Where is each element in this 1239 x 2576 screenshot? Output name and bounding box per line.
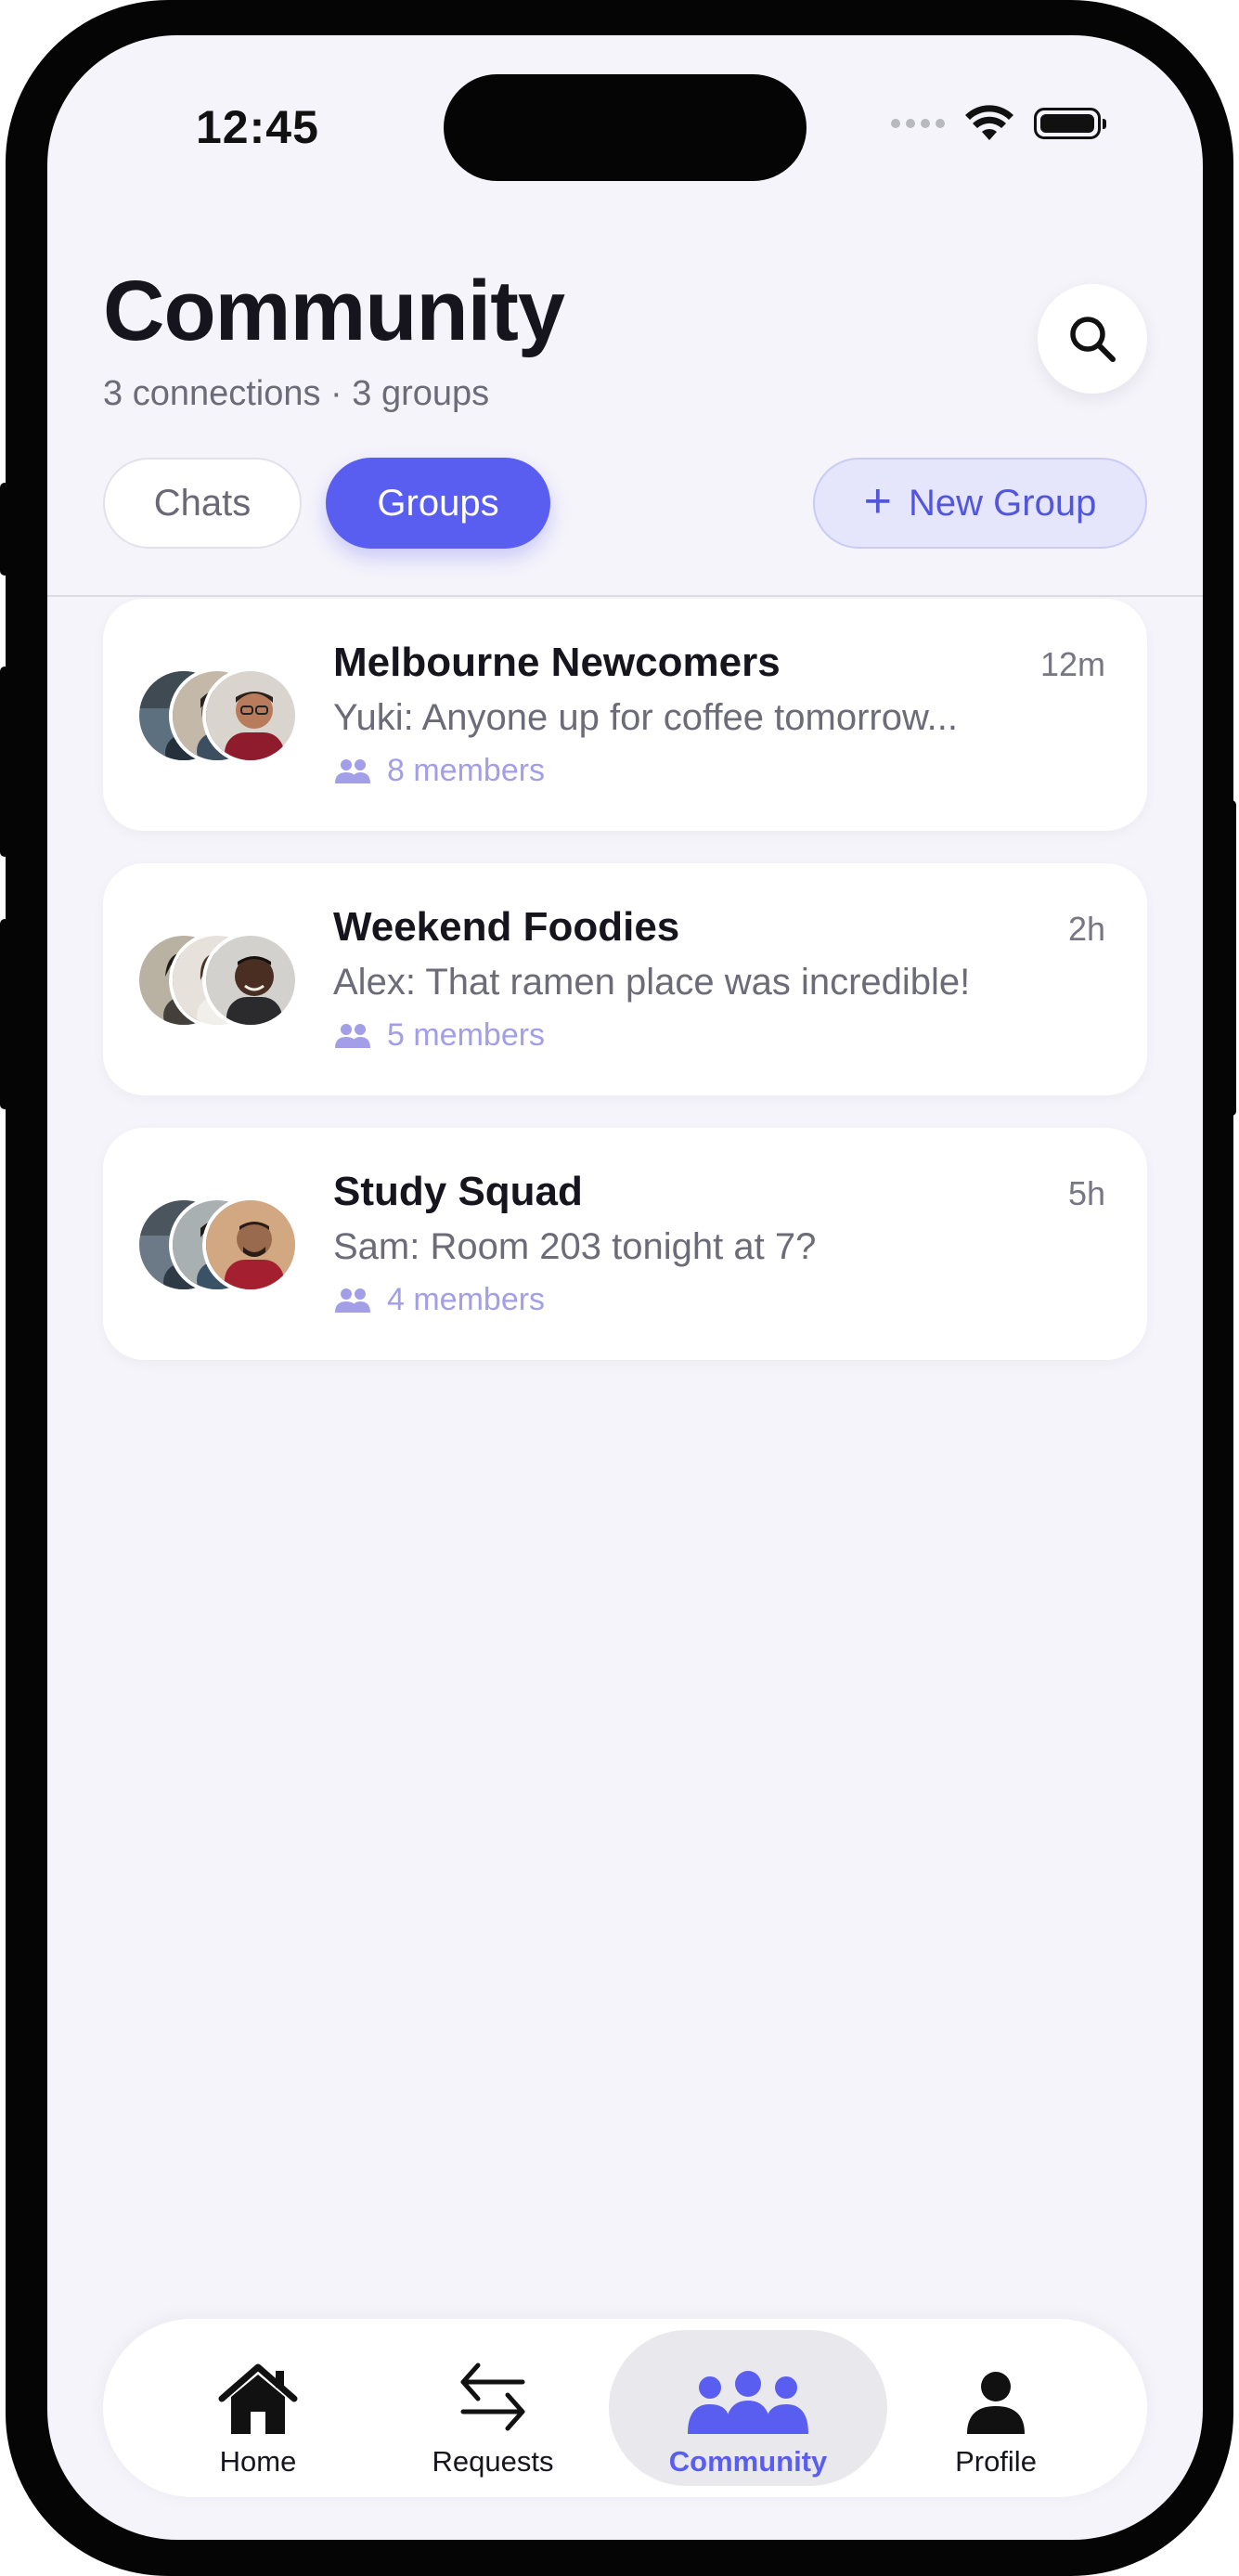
page-title: Community [103,264,565,358]
wifi-icon [965,105,1013,140]
page-subtitle: 3 connections · 3 groups [103,374,490,413]
group-name: Study Squad [333,1169,583,1214]
tab-home-label: Home [219,2445,297,2478]
screen: 12:45 Community 3 connections · 3 groups… [47,35,1203,2540]
status-time: 12:45 [196,101,319,153]
group-last-message: Yuki: Anyone up for coffee tomorrow... [333,697,958,738]
community-icon [688,2371,808,2434]
divider [47,595,1203,597]
new-group-button[interactable]: + New Group [813,458,1147,549]
group-members: 8 members [333,753,545,789]
person-icon [967,2372,1025,2434]
status-indicators [891,105,1106,142]
battery-icon [1034,108,1106,139]
tab-community[interactable]: Community [609,2330,887,2486]
tab-community-label: Community [668,2445,828,2478]
search-button[interactable] [1038,284,1147,394]
group-members: 4 members [333,1282,545,1318]
group-avatar-stack [136,667,303,764]
group-members-count: 8 members [387,753,546,788]
group-time: 5h [1067,1174,1105,1212]
tab-home[interactable]: Home [147,2330,369,2486]
people-icon [335,1288,370,1313]
tab-profile[interactable]: Profile [884,2330,1107,2486]
home-icon [218,2363,298,2434]
group-card-melbourne-newcomers[interactable]: Melbourne Newcomers 12m Yuki: Anyone up … [103,599,1147,831]
volume-down-button [0,919,9,1109]
cellular-signal-icon [891,119,945,128]
avatar [202,932,299,1029]
dynamic-island [444,74,807,181]
tab-chats[interactable]: Chats [103,458,302,549]
group-time: 2h [1067,910,1105,948]
group-name: Melbourne Newcomers [333,640,781,685]
phone-frame: 12:45 Community 3 connections · 3 groups… [0,0,1236,2576]
new-group-label: New Group [909,482,1097,524]
group-avatar-stack [136,1197,303,1293]
plus-icon: + [863,474,893,528]
tab-requests[interactable]: Requests [381,2330,604,2486]
group-members-count: 4 members [387,1282,546,1317]
tab-profile-label: Profile [955,2445,1037,2478]
group-last-message: Alex: That ramen place was incredible! [333,962,971,1003]
tab-groups[interactable]: Groups [326,458,550,549]
avatar [202,667,299,764]
group-name: Weekend Foodies [333,904,680,950]
action-button [0,483,9,576]
group-last-message: Sam: Room 203 tonight at 7? [333,1226,817,1267]
volume-up-button [0,667,9,857]
group-card-weekend-foodies[interactable]: Weekend Foodies 2h Alex: That ramen plac… [103,863,1147,1095]
group-members: 5 members [333,1017,545,1054]
tab-requests-label: Requests [432,2445,554,2478]
people-icon [335,1023,370,1048]
swap-arrows-icon [460,2362,525,2431]
group-avatar-stack [136,932,303,1029]
avatar [202,1197,299,1293]
people-icon [335,758,370,783]
bottom-tab-bar: Home Requests Community Profile [103,2319,1147,2497]
power-button [1227,800,1236,1116]
group-time: 12m [1039,645,1105,683]
search-icon [1070,317,1116,362]
group-members-count: 5 members [387,1017,546,1053]
group-card-study-squad[interactable]: Study Squad 5h Sam: Room 203 tonight at … [103,1128,1147,1360]
